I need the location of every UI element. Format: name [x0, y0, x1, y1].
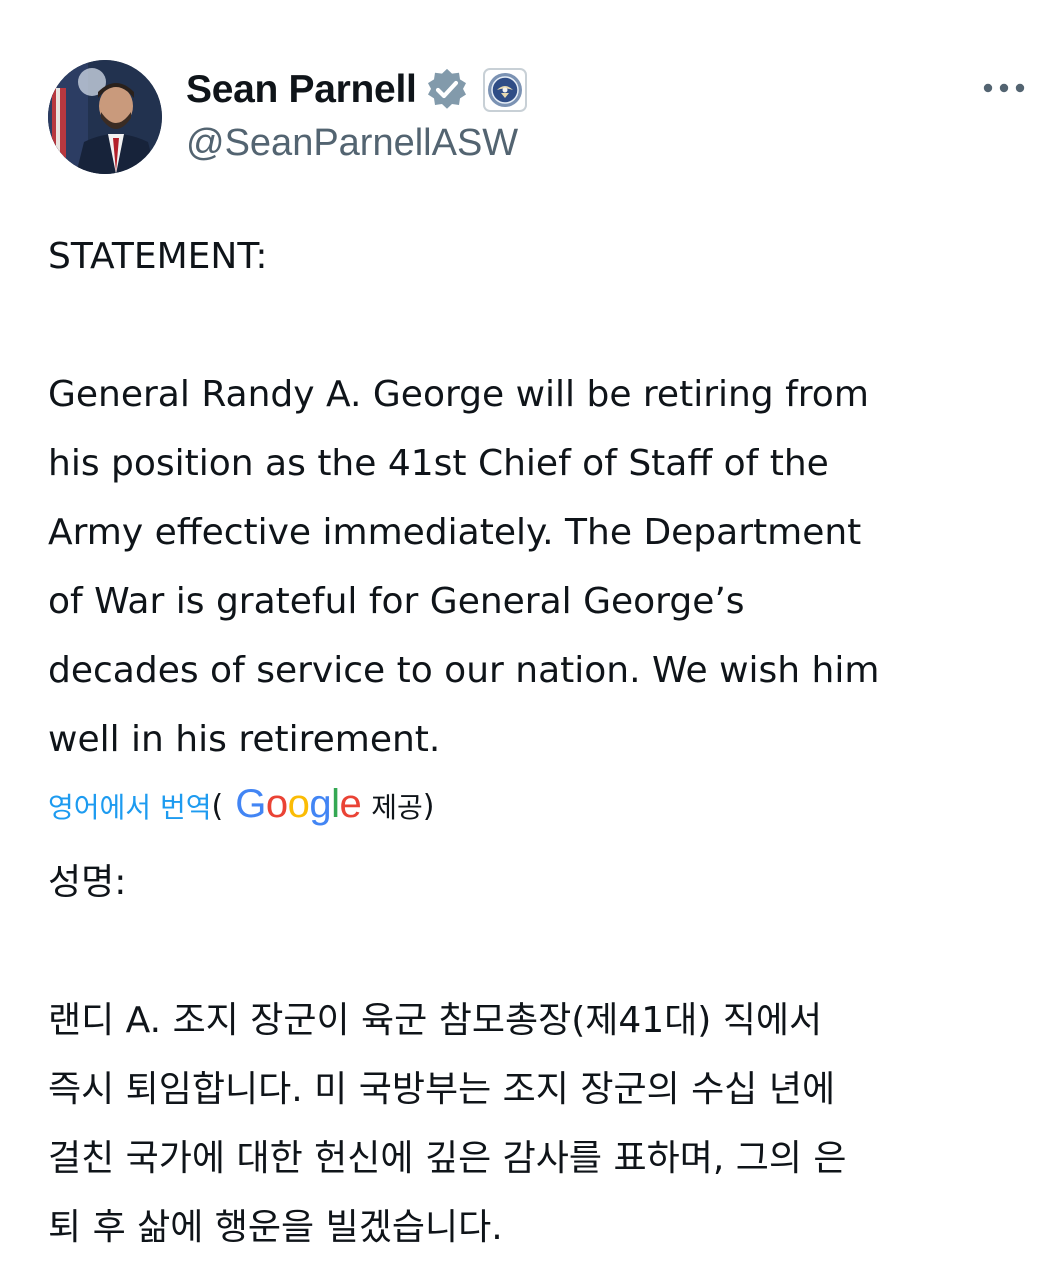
- google-logo-letter: e: [339, 781, 362, 826]
- avatar[interactable]: [48, 60, 162, 174]
- post-line: General Randy A. George will be retiring…: [48, 374, 869, 415]
- paren-close: ): [422, 788, 435, 824]
- google-logo-letter: G: [235, 781, 266, 826]
- display-name[interactable]: Sean Parnell: [186, 68, 417, 112]
- post-line: decades of service to our nation. We wis…: [48, 650, 880, 691]
- post-line: Army effective immediately. The Departme…: [48, 512, 862, 553]
- translated-line: 걸친 국가에 대한 헌신에 깊은 감사를 표하며, 그의 은: [48, 1138, 847, 1179]
- post-line: well in his retirement.: [48, 719, 441, 760]
- more-options-button[interactable]: [980, 70, 1028, 106]
- user-handle[interactable]: @SeanParnellASW: [186, 122, 518, 165]
- department-seal-icon[interactable]: [482, 68, 527, 112]
- post-line: of War is grateful for General George’s: [48, 581, 745, 622]
- translation-attribution: 영어에서 번역 ( Google 제공 ): [48, 780, 434, 832]
- translate-link[interactable]: 영어에서 번역: [48, 786, 211, 826]
- paren-open: (: [211, 788, 224, 824]
- translated-line: 퇴 후 삶에 행운을 빌겠습니다.: [48, 1207, 503, 1248]
- google-logo-letter: o: [265, 781, 288, 826]
- google-logo: Google: [235, 781, 362, 827]
- post-text: STATEMENT: General Randy A. George will …: [48, 222, 1038, 774]
- verified-badge-icon[interactable]: [425, 68, 469, 112]
- translated-line: 랜디 A. 조지 장군이 육군 참모총장(제41대) 직에서: [48, 1000, 823, 1041]
- post-line: his position as the 41st Chief of Staff …: [48, 443, 829, 484]
- google-logo-letter: g: [309, 781, 332, 826]
- translated-text: 성명: 랜디 A. 조지 장군이 육군 참모총장(제41대) 직에서 즉시 퇴임…: [48, 848, 1038, 1262]
- provider-suffix: 제공: [371, 791, 423, 824]
- avatar-image: [48, 60, 162, 174]
- post-header: Sean Parnell @SeanParnellASW: [48, 58, 1038, 176]
- post-line: STATEMENT:: [48, 236, 268, 277]
- name-row: Sean Parnell: [186, 64, 527, 116]
- translated-line: 성명:: [48, 862, 127, 903]
- google-logo-letter: o: [287, 781, 310, 826]
- more-horizontal-icon: [983, 83, 1025, 93]
- translated-line: 즉시 퇴임합니다. 미 국방부는 조지 장군의 수십 년에: [48, 1069, 836, 1110]
